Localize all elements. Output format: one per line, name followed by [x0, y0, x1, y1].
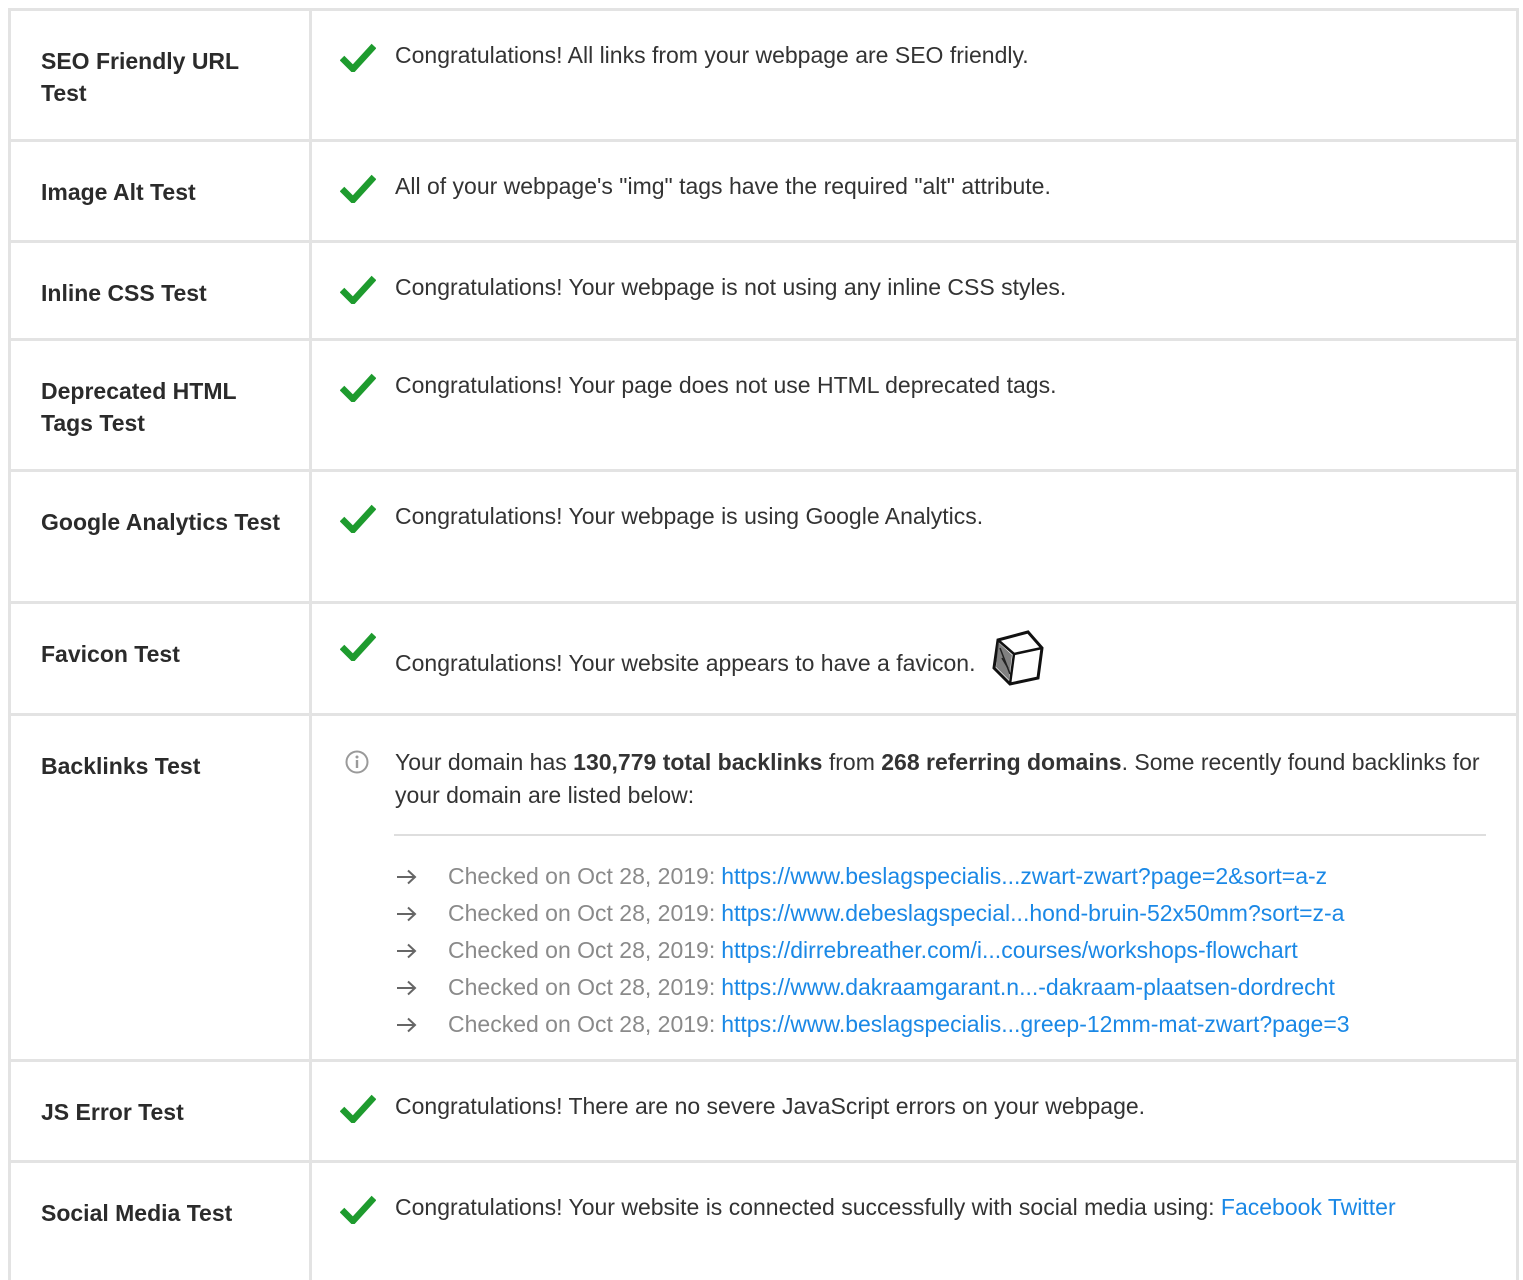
backlink-url[interactable]: https://dirrebreather.com/i...courses/wo… — [721, 932, 1298, 969]
backlink-item: Checked on Oct 28, 2019: https://www.bes… — [396, 858, 1486, 895]
test-row-social-media: Social Media Test Congratulations! Your … — [11, 1160, 1516, 1280]
backlink-checked-date: Checked on Oct 28, 2019: — [448, 863, 716, 889]
backlink-url[interactable]: https://www.debeslagspecial...hond-bruin… — [721, 895, 1344, 932]
test-message: Congratulations! Your webpage is using G… — [395, 503, 984, 529]
backlinks-summary: Your domain has 130,779 total backlinks … — [395, 749, 1480, 808]
test-result: All of your webpage's "img" tags have th… — [312, 142, 1516, 240]
test-row-js-error: JS Error Test Congratulations! There are… — [11, 1059, 1516, 1160]
test-row-deprecated-html: Deprecated HTML Tags Test Congratulation… — [11, 338, 1516, 469]
test-row-inline-css: Inline CSS Test Congratulations! Your we… — [11, 240, 1516, 338]
test-name: SEO Friendly URL Test — [11, 11, 312, 139]
test-row-image-alt: Image Alt Test All of your webpage's "im… — [11, 139, 1516, 240]
check-icon — [340, 504, 376, 533]
test-result: Congratulations! Your webpage is using G… — [312, 472, 1516, 601]
test-result: Congratulations! Your page does not use … — [312, 341, 1516, 469]
test-name: Social Media Test — [11, 1163, 312, 1280]
test-result: Your domain has 130,779 total backlinks … — [312, 716, 1516, 1059]
backlink-checked-date: Checked on Oct 28, 2019: — [448, 900, 716, 926]
test-row-backlinks: Backlinks Test Your domain has 130,779 t… — [11, 713, 1516, 1059]
test-message: Congratulations! Your page does not use … — [395, 372, 1057, 398]
backlink-url[interactable]: https://www.beslagspecialis...greep-12mm… — [721, 1006, 1349, 1043]
test-result: Congratulations! All links from your web… — [312, 11, 1516, 139]
test-message: Congratulations! All links from your web… — [395, 42, 1029, 68]
test-message: Congratulations! There are no severe Jav… — [395, 1093, 1146, 1119]
cube-favicon-icon — [992, 630, 1044, 686]
facebook-link[interactable]: Facebook — [1221, 1194, 1322, 1220]
test-message: Congratulations! Your website appears to… — [395, 650, 976, 677]
check-icon — [340, 275, 376, 304]
backlink-url[interactable]: https://www.dakraamgarant.n...-dakraam-p… — [721, 969, 1335, 1006]
info-icon — [345, 750, 369, 774]
check-icon — [340, 1195, 376, 1224]
backlink-checked-date: Checked on Oct 28, 2019: — [448, 974, 716, 1000]
arrow-right-icon — [397, 1017, 417, 1032]
referring-domains-count: 268 referring domains — [881, 749, 1122, 775]
twitter-link[interactable]: Twitter — [1328, 1194, 1396, 1220]
check-icon — [340, 43, 376, 72]
test-result: Congratulations! Your webpage is not usi… — [312, 243, 1516, 338]
test-name: Inline CSS Test — [11, 243, 312, 338]
check-icon — [340, 373, 376, 402]
test-result: Congratulations! There are no severe Jav… — [312, 1062, 1516, 1160]
test-name: Google Analytics Test — [11, 472, 312, 601]
test-name: Image Alt Test — [11, 142, 312, 240]
test-row-google-analytics: Google Analytics Test Congratulations! Y… — [11, 469, 1516, 601]
test-name: Favicon Test — [11, 604, 312, 713]
arrow-right-icon — [397, 943, 417, 958]
backlink-checked-date: Checked on Oct 28, 2019: — [448, 937, 716, 963]
backlink-item: Checked on Oct 28, 2019: https://www.deb… — [396, 895, 1486, 932]
check-icon — [340, 632, 376, 661]
arrow-right-icon — [397, 906, 417, 921]
check-icon — [340, 174, 376, 203]
test-name: JS Error Test — [11, 1062, 312, 1160]
backlink-checked-date: Checked on Oct 28, 2019: — [448, 1011, 716, 1037]
divider — [394, 834, 1486, 836]
test-name: Backlinks Test — [11, 716, 312, 1059]
backlink-item: Checked on Oct 28, 2019: https://www.bes… — [396, 1006, 1486, 1043]
test-message: All of your webpage's "img" tags have th… — [395, 173, 1051, 199]
test-result: Congratulations! Your website appears to… — [312, 604, 1516, 713]
arrow-right-icon — [397, 869, 417, 884]
test-row-favicon: Favicon Test Congratulations! Your websi… — [11, 601, 1516, 713]
test-message: Congratulations! Your website is connect… — [395, 1194, 1221, 1220]
backlink-item: Checked on Oct 28, 2019: https://www.dak… — [396, 969, 1486, 1006]
backlink-url[interactable]: https://www.beslagspecialis...zwart-zwar… — [721, 858, 1327, 895]
test-name: Deprecated HTML Tags Test — [11, 341, 312, 469]
backlink-item: Checked on Oct 28, 2019: https://dirrebr… — [396, 932, 1486, 969]
test-message: Congratulations! Your webpage is not usi… — [395, 274, 1067, 300]
test-row-seo-friendly-url: SEO Friendly URL Test Congratulations! A… — [11, 8, 1516, 139]
backlinks-count: 130,779 total backlinks — [573, 749, 823, 775]
backlinks-list: Checked on Oct 28, 2019: https://www.bes… — [395, 858, 1486, 1043]
check-icon — [340, 1094, 376, 1123]
test-result: Congratulations! Your website is connect… — [312, 1163, 1516, 1280]
arrow-right-icon — [397, 980, 417, 995]
seo-report-table: SEO Friendly URL Test Congratulations! A… — [8, 8, 1519, 1280]
